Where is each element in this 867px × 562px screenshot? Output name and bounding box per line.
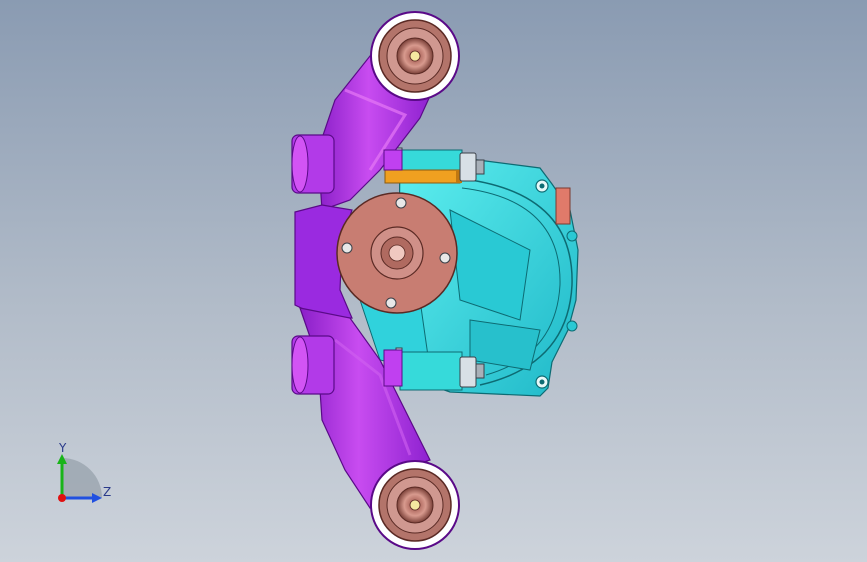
graphics-viewport[interactable]: Y Z: [0, 0, 867, 562]
y-axis-label: Y: [59, 441, 67, 455]
top-bushing[interactable]: [370, 11, 460, 101]
orange-rod[interactable]: [384, 169, 462, 184]
cad-model[interactable]: [0, 0, 867, 562]
drive-flange[interactable]: [336, 192, 458, 314]
x-axis-dot: [58, 494, 66, 502]
orientation-triad: [57, 454, 102, 503]
z-axis-label: Z: [103, 485, 112, 499]
bottom-bushing[interactable]: [370, 460, 460, 550]
